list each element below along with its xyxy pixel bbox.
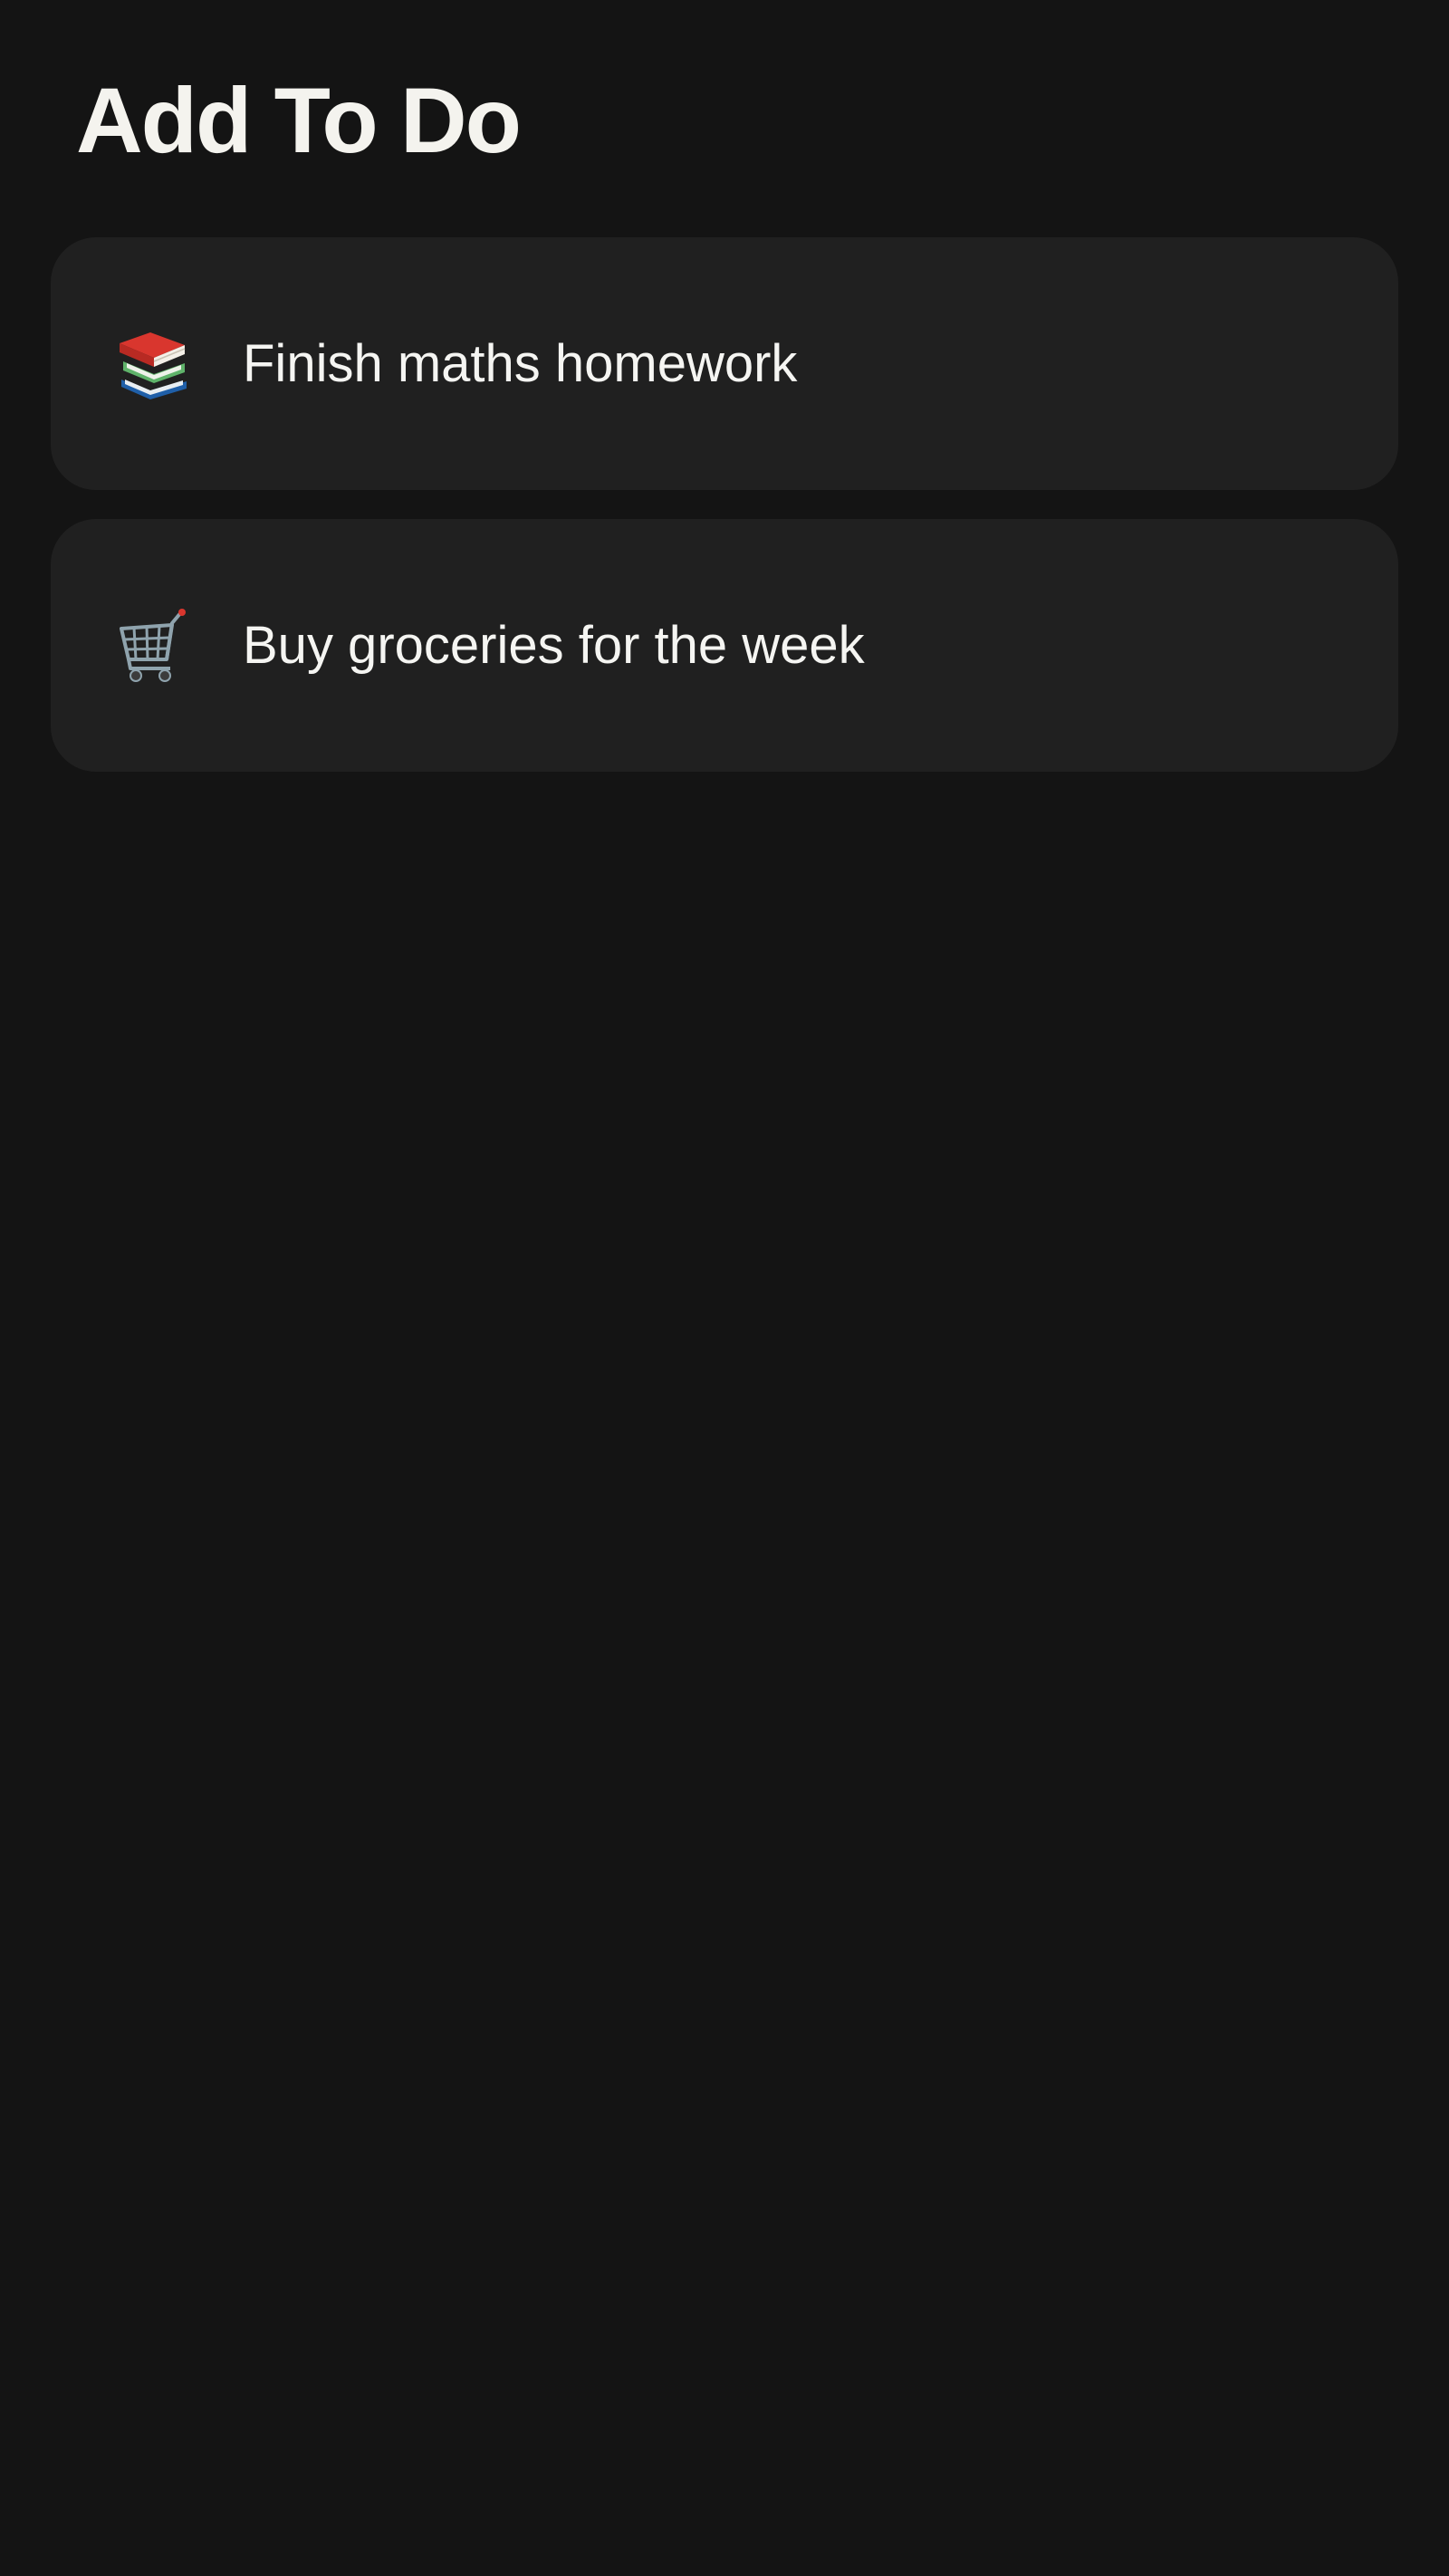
todo-item-label: Buy groceries for the week (243, 616, 865, 675)
todo-item-label: Finish maths homework (243, 334, 798, 393)
shopping-cart-icon (114, 607, 192, 685)
books-icon (114, 325, 192, 403)
page-title: Add To Do (76, 69, 522, 172)
todo-item-maths-homework[interactable]: Finish maths homework (51, 237, 1398, 490)
todo-item-groceries[interactable]: Buy groceries for the week (51, 519, 1398, 772)
todo-list: Finish maths homework Buy groceries for … (51, 237, 1398, 801)
